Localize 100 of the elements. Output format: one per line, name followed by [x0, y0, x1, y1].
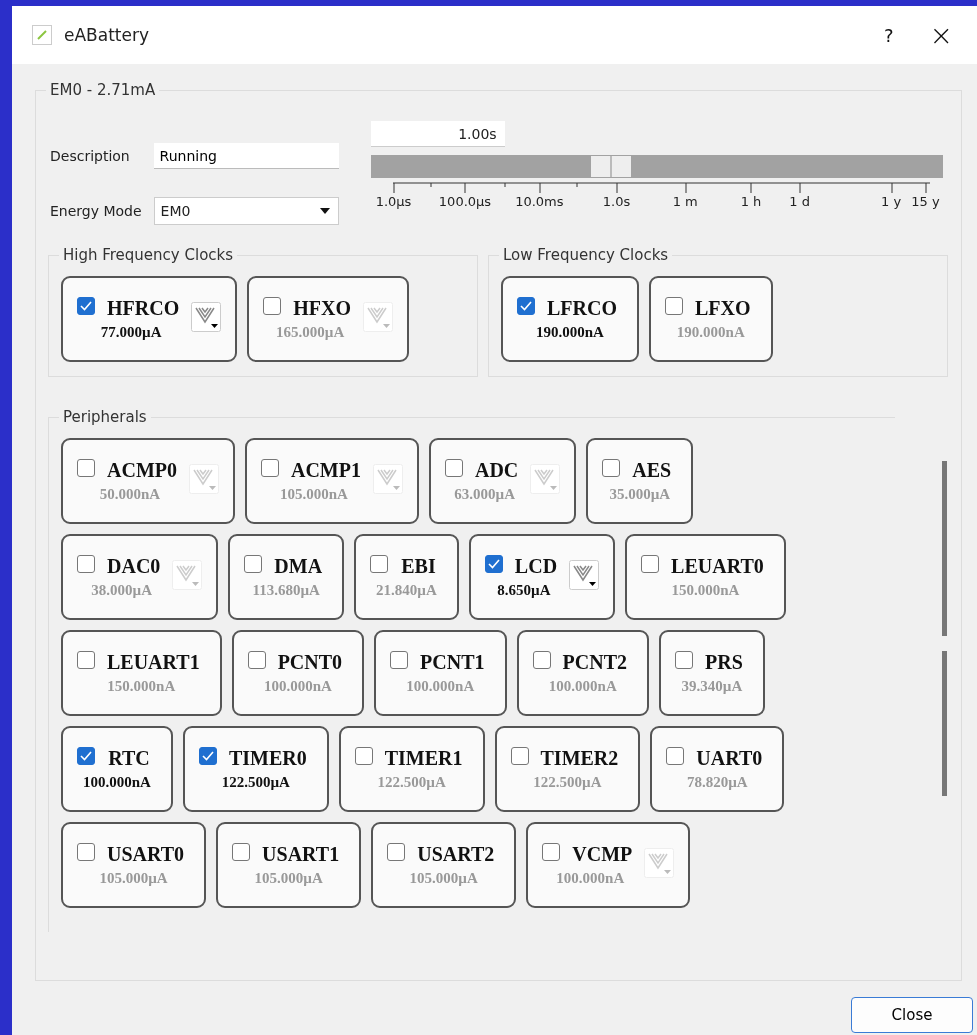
component-tile[interactable]: TIMER0 122.500µA	[182, 726, 329, 812]
component-name: PCNT0	[277, 651, 343, 674]
component-name: PCNT1	[420, 651, 485, 674]
component-name: RTC	[108, 747, 150, 770]
app-icon	[32, 25, 52, 45]
checkbox[interactable]	[517, 297, 535, 315]
close-button[interactable]: ×	[917, 14, 965, 56]
component-tile[interactable]: VCMP 100.000nA	[526, 822, 691, 908]
tick-label: 1 m	[672, 194, 698, 209]
tick-label: 1.0s	[602, 194, 631, 209]
tick-label: 1.0µs	[375, 194, 412, 209]
current-value: 150.000nA	[671, 582, 740, 599]
checkbox[interactable]	[247, 651, 266, 669]
component-name: USART0	[107, 843, 185, 866]
checkbox[interactable]	[77, 843, 95, 861]
tick-label: 1 d	[789, 194, 810, 209]
checkbox[interactable]	[261, 459, 279, 477]
checkbox[interactable]	[77, 555, 95, 573]
component-tile[interactable]: LEUART1 150.000nA	[61, 630, 222, 716]
slider-thumb[interactable]	[590, 156, 631, 177]
field-label: Description	[50, 148, 131, 164]
current-value: 105.000µA	[254, 870, 323, 887]
current-value: 38.000µA	[91, 582, 153, 599]
checkbox[interactable]	[602, 459, 621, 477]
checkbox[interactable]	[444, 459, 463, 477]
component-tile[interactable]: LFRCO 190.000nA	[501, 276, 639, 362]
close-button[interactable]: Close	[851, 997, 973, 1033]
checkbox[interactable]	[387, 843, 406, 861]
component-tile[interactable]: AES 35.000µA	[586, 438, 694, 524]
window-title: eABattery	[64, 25, 150, 45]
checkbox[interactable]	[77, 459, 95, 477]
current-value: 122.500µA	[377, 774, 446, 791]
component-tile[interactable]: DMA 113.680µA	[228, 534, 345, 620]
component-name: TIMER2	[540, 747, 619, 770]
current-value: 122.500µA	[533, 774, 602, 791]
checkbox[interactable]	[666, 747, 685, 765]
checkbox[interactable]	[354, 747, 373, 765]
checkbox[interactable]	[390, 651, 409, 669]
checkbox[interactable]	[370, 555, 389, 573]
slider-track[interactable]	[370, 155, 943, 178]
checkbox[interactable]	[244, 555, 263, 573]
component-tile[interactable]: DAC0 38.000µA	[61, 534, 219, 620]
current-value: 100.000nA	[556, 870, 625, 887]
current-value: 100.000nA	[406, 678, 475, 695]
checkbox[interactable]	[665, 297, 683, 315]
component-name: DAC0	[107, 555, 161, 578]
component-tile[interactable]: TIMER2 122.500µA	[494, 726, 641, 812]
component-tile[interactable]: ACMP1 105.000nA	[245, 438, 419, 524]
checkbox[interactable]	[542, 843, 561, 861]
current-value: 150.000nA	[107, 678, 176, 695]
component-tile[interactable]: TIMER1 122.500µA	[338, 726, 485, 812]
component-name: DMA	[274, 555, 323, 578]
checkbox[interactable]	[675, 651, 693, 669]
checkbox[interactable]	[484, 555, 503, 573]
current-value: 105.000µA	[99, 870, 168, 887]
component-name: USART1	[262, 843, 340, 866]
current-value: 39.340µA	[681, 678, 743, 695]
checkbox[interactable]	[532, 651, 551, 669]
component-name: LEUART1	[107, 651, 200, 674]
checkbox[interactable]	[510, 747, 529, 765]
component-tile[interactable]: HFRCO 77.000µA	[61, 276, 238, 362]
checkbox[interactable]	[232, 843, 251, 861]
field-label: Energy Mode	[50, 203, 142, 219]
component-tile[interactable]: HFXO 165.000µA	[247, 276, 409, 362]
checkbox[interactable]	[77, 297, 95, 315]
duration-field[interactable]: 1.00s	[370, 121, 505, 147]
component-tile[interactable]: ADC 63.000µA	[428, 438, 577, 524]
checkbox[interactable]	[77, 651, 95, 669]
checkbox[interactable]	[198, 747, 217, 765]
dropdown-arrow-icon[interactable]	[319, 208, 330, 214]
component-tile[interactable]: PRS 39.340µA	[659, 630, 765, 716]
component-name: ACMP1	[291, 459, 361, 482]
component-tile[interactable]: UART0 78.820µA	[650, 726, 785, 812]
component-name: HFXO	[293, 297, 351, 320]
current-value: 100.000nA	[83, 774, 151, 791]
help-button[interactable]: ?	[871, 20, 906, 50]
component-tile[interactable]: RTC 100.000nA	[61, 726, 173, 812]
component-tile[interactable]: EBI 21.840µA	[354, 534, 459, 620]
component-name: PCNT2	[562, 651, 627, 674]
current-value: 21.840µA	[376, 582, 437, 599]
component-tile[interactable]: USART2 105.000µA	[371, 822, 517, 908]
component-tile[interactable]: PCNT1 100.000nA	[374, 630, 507, 716]
component-name: LFRCO	[547, 297, 617, 320]
description-field[interactable]: Running	[153, 143, 339, 169]
component-tile[interactable]: USART1 105.000µA	[216, 822, 362, 908]
current-value: 100.000nA	[263, 678, 332, 695]
component-tile[interactable]: ACMP0 50.000nA	[61, 438, 235, 524]
component-tile[interactable]: PCNT2 100.000nA	[516, 630, 649, 716]
component-tile[interactable]: LFXO 190.000nA	[649, 276, 773, 362]
checkbox[interactable]	[641, 555, 660, 573]
energy-mode-dropdown[interactable]: EM0	[153, 197, 339, 225]
checkbox[interactable]	[77, 747, 95, 765]
component-name: LCD	[514, 555, 558, 578]
checkbox[interactable]	[263, 297, 282, 315]
current-value: 190.000nA	[536, 324, 604, 341]
component-tile[interactable]: LEUART0 150.000nA	[625, 534, 786, 620]
component-tile[interactable]: PCNT0 100.000nA	[231, 630, 365, 716]
component-tile[interactable]: LCD 8.650µA	[468, 534, 616, 620]
component-tile[interactable]: USART0 105.000µA	[61, 822, 207, 908]
component-name: TIMER1	[384, 747, 463, 770]
